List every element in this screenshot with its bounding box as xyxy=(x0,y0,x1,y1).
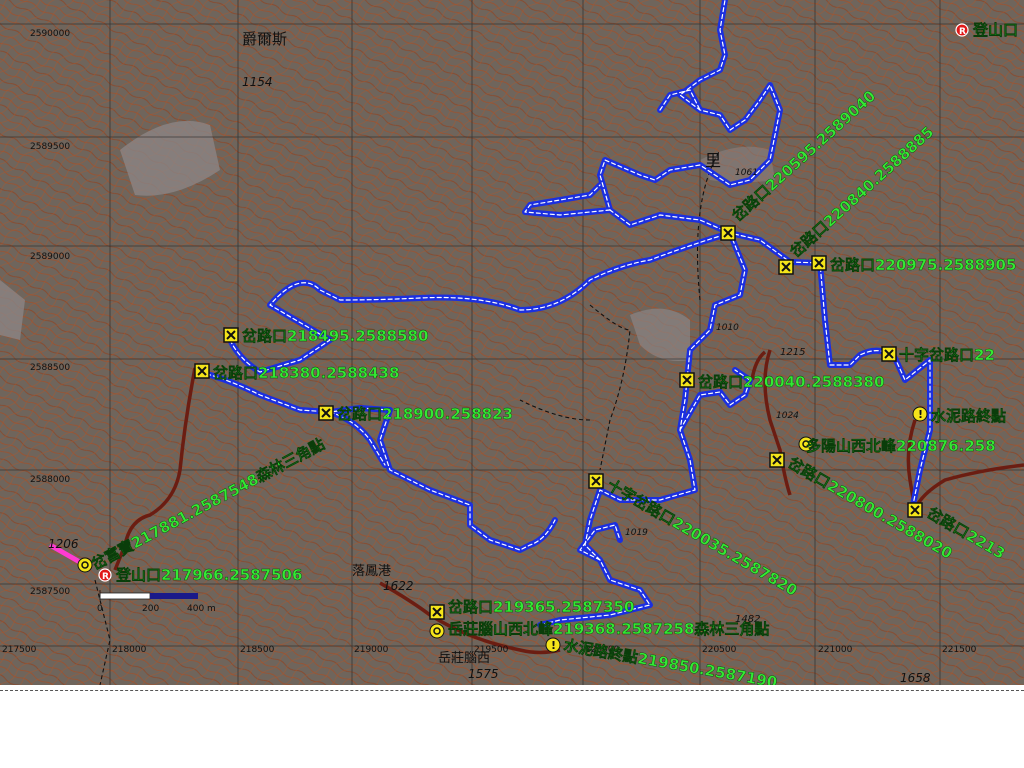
waypoint-label: 十字岔路口22 xyxy=(899,346,995,364)
waypoint[interactable]: 岔路口218495.2588580 xyxy=(223,327,429,345)
waypoint[interactable]: 十字岔路口22 xyxy=(881,346,995,364)
svg-text:R: R xyxy=(959,27,966,37)
waypoint[interactable]: 多陽山西北峰220876.258 xyxy=(798,436,996,455)
waypoint[interactable]: 岔路口220975.2588905 xyxy=(811,255,1017,274)
scale-label: 200 xyxy=(142,604,159,614)
elevation-label: 1206 xyxy=(48,537,79,551)
svg-text:!: ! xyxy=(551,639,556,652)
scale-label: 0 xyxy=(97,604,103,614)
elevation-label: 1575 xyxy=(468,667,499,681)
fork-marker-icon[interactable] xyxy=(778,259,794,275)
waypoint-label: 岔路口220040.2588380 xyxy=(698,373,884,391)
scale-label: 400 m xyxy=(187,604,216,614)
grid-x-label: 221500 xyxy=(942,645,977,655)
warning-marker-icon[interactable]: ! xyxy=(545,637,561,653)
waypoint-label: 岔路口219365.2587350 xyxy=(448,598,634,616)
waypoint-label: 岔路口218495.2588580 xyxy=(242,327,428,345)
grid-y-label: 2590000 xyxy=(30,29,70,39)
svg-text:R: R xyxy=(102,572,109,582)
trailhead-marker-icon[interactable]: R xyxy=(98,568,112,582)
waypoint-label: 登山口 xyxy=(972,21,1018,39)
waypoint[interactable]: 岔路口218900.258823 xyxy=(318,405,513,423)
waypoint[interactable]: 岔路口220040.2588380 xyxy=(679,372,885,391)
warning-marker-icon[interactable]: ! xyxy=(912,406,928,422)
map-canvas: 2590000 2589500 2589000 2588500 2588000 … xyxy=(0,0,1024,685)
grid-x-label: 218500 xyxy=(240,645,275,655)
waypoint-label: 岔路口218900.258823 xyxy=(337,405,513,423)
svg-text:!: ! xyxy=(918,408,923,421)
grid-x-label: 221000 xyxy=(818,645,853,655)
elevation-label: 1010 xyxy=(716,323,739,333)
fork-marker-icon[interactable] xyxy=(588,473,604,489)
elevation-label: 1061 xyxy=(735,168,758,178)
fork-marker-icon[interactable] xyxy=(223,327,239,343)
fork-marker-icon[interactable] xyxy=(907,502,923,518)
waypoint[interactable]: R 登山口217966.2587506 xyxy=(98,566,303,584)
waypoint[interactable]: 岔路口219365.2587350 xyxy=(429,598,635,620)
fork-marker-icon[interactable] xyxy=(318,405,334,421)
page-divider xyxy=(0,690,1024,691)
grid-x-label: 219000 xyxy=(354,645,389,655)
place-name: 里 xyxy=(705,151,721,170)
place-name: 落鳳港 xyxy=(352,564,391,579)
grid-y-label: 2588500 xyxy=(30,363,70,373)
grid-x-label: 218000 xyxy=(112,645,147,655)
grid-x-label: 220500 xyxy=(702,645,737,655)
topographic-map[interactable]: 2590000 2589500 2589000 2588500 2588000 … xyxy=(0,0,1024,685)
elevation-label: 1019 xyxy=(625,528,648,538)
elevation-label: 1622 xyxy=(383,579,414,593)
waypoint-label: 岔路口218380.2588438 xyxy=(213,364,399,382)
fork-marker-icon[interactable] xyxy=(881,346,897,362)
elevation-label: 1024 xyxy=(776,411,799,421)
fork-marker-icon[interactable] xyxy=(429,604,445,620)
summit-marker-icon[interactable] xyxy=(429,623,445,639)
grid-y-label: 2587500 xyxy=(30,587,70,597)
waypoint-label: 岔路口220975.2588905 xyxy=(830,256,1016,274)
blank-footer xyxy=(0,692,1024,768)
grid-x-label: 217500 xyxy=(2,645,37,655)
elevation-label: 1215 xyxy=(780,347,805,358)
waypoint-label: 水泥路終點 xyxy=(931,407,1006,425)
grid-y-label: 2588000 xyxy=(30,475,70,485)
waypoint-label: 登山口217966.2587506 xyxy=(115,566,302,584)
fork-marker-icon[interactable] xyxy=(679,372,695,388)
fork-marker-icon[interactable] xyxy=(769,452,785,468)
trailhead-marker-icon[interactable]: R xyxy=(955,23,969,37)
fork-marker-icon[interactable] xyxy=(811,255,827,271)
fork-marker-icon[interactable] xyxy=(720,225,736,241)
waypoint-label: 多陽山西北峰220876.258 xyxy=(806,437,996,455)
waypoint[interactable]: 岳莊腦山西北峰219368.2587258森林三角點 xyxy=(429,620,770,639)
place-name: 岳莊腦西 xyxy=(438,651,490,666)
waypoint[interactable]: 岔路口218380.2588438 xyxy=(194,363,400,382)
grid-y-label: 2589500 xyxy=(30,142,70,152)
elevation-label: 1658 xyxy=(900,671,931,685)
fork-marker-icon[interactable] xyxy=(194,363,210,379)
waypoint-label: 岳莊腦山西北峰219368.2587258森林三角點 xyxy=(448,620,769,638)
grid-y-label: 2589000 xyxy=(30,252,70,262)
elevation-label: 1154 xyxy=(242,75,273,89)
place-name: 爵爾斯 xyxy=(242,30,287,48)
